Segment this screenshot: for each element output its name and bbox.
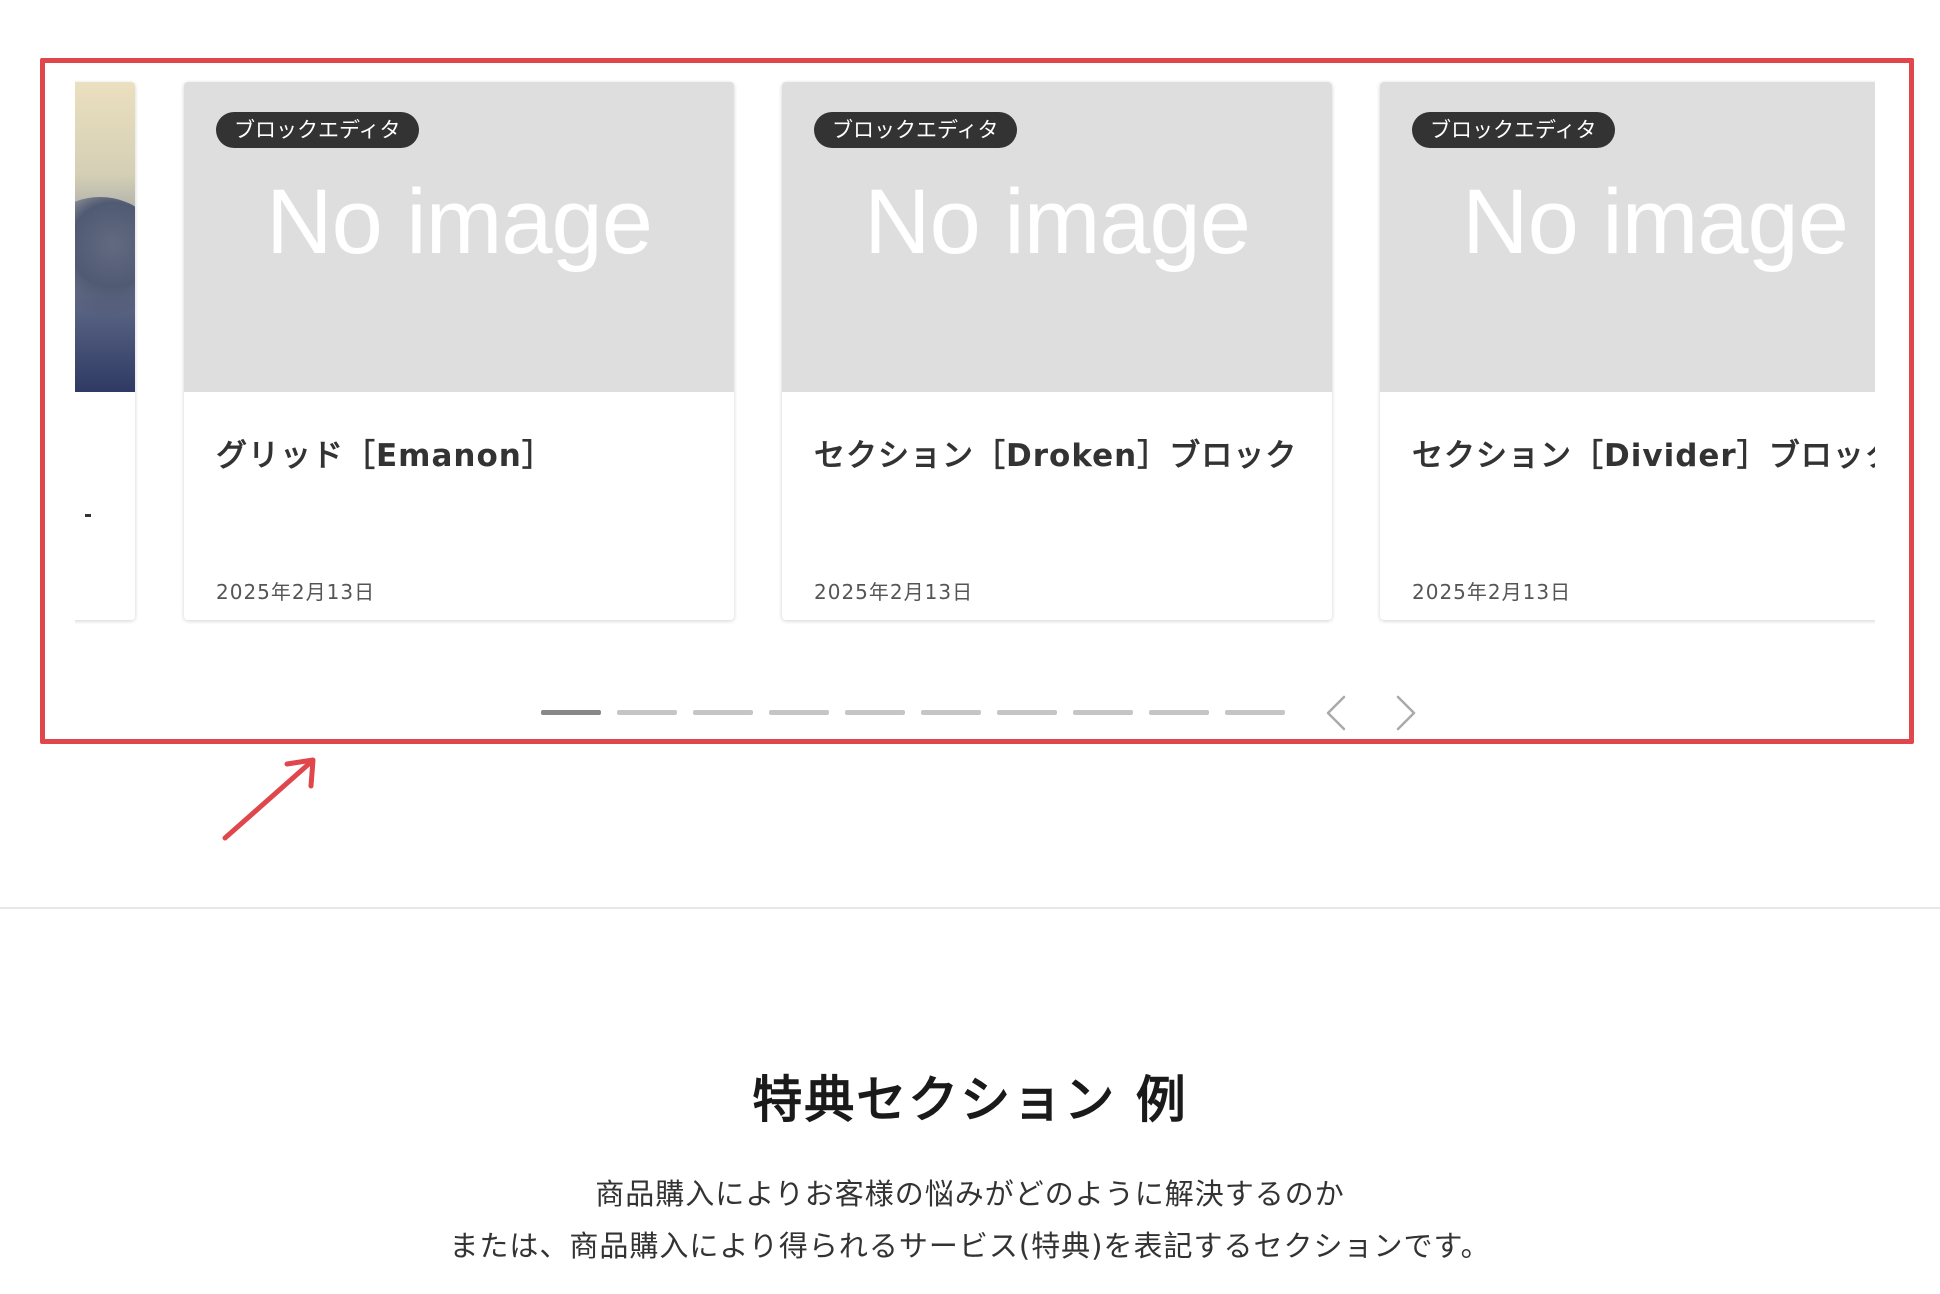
pagination-bullet[interactable]: [617, 710, 677, 715]
pagination-bullet[interactable]: [693, 710, 753, 715]
category-badge[interactable]: ブロックエディタ: [216, 112, 419, 148]
chevron-left-icon: [1326, 695, 1346, 731]
card-date: 2025年2月13日: [814, 580, 974, 604]
post-card[interactable]: No image ブロックエディタ グリッド［Emanon］ 2025年2月13…: [184, 82, 734, 620]
section-description-line: 商品購入によりお客様の悩みがどのように解決するのか: [595, 1177, 1345, 1211]
section-heading: 特典セクション 例: [752, 1071, 1188, 1129]
post-slider[interactable]: No image ブロックエディタ グリッド［Emanon］ 2025年2月13…: [75, 70, 1875, 650]
slider-pagination: [541, 710, 1285, 716]
no-image-placeholder: No image: [1462, 170, 1849, 273]
card-date: 2025年2月13日: [1412, 580, 1572, 604]
slider-prev-button[interactable]: [1316, 693, 1356, 733]
category-badge[interactable]: ブロックエディタ: [1412, 112, 1615, 148]
pagination-bullet[interactable]: [997, 710, 1057, 715]
section-divider: [0, 907, 1940, 909]
pagination-bullet[interactable]: [541, 710, 601, 715]
post-card[interactable]: No image ブロックエディタ セクション［Droken］ブロック 2025…: [782, 82, 1332, 620]
card-title[interactable]: セクション［Divider］ブロック: [1412, 430, 1875, 475]
slider-next-button[interactable]: [1386, 693, 1426, 733]
card-title-fragment: [85, 514, 91, 517]
section-description-line: または、商品購入により得られるサービス(特典)を表記するセクションです。: [449, 1229, 1491, 1263]
chevron-right-icon: [1396, 695, 1416, 731]
post-card[interactable]: No image ブロックエディタ セクション［Divider］ブロック 202…: [1380, 82, 1875, 620]
card-date: 2025年2月13日: [216, 580, 376, 604]
pagination-bullet[interactable]: [1225, 710, 1285, 715]
card-title[interactable]: グリッド［Emanon］: [216, 430, 734, 475]
post-card-partial[interactable]: [75, 82, 135, 620]
section-description: 商品購入によりお客様の悩みがどのように解決するのか または、商品購入により得られ…: [0, 1168, 1940, 1272]
annotation-arrow-icon: [222, 757, 316, 841]
pagination-bullet[interactable]: [1149, 710, 1209, 715]
thumbnail-image: [75, 197, 135, 317]
pagination-bullet[interactable]: [845, 710, 905, 715]
card-title[interactable]: セクション［Droken］ブロック: [814, 430, 1332, 475]
no-image-placeholder: No image: [266, 170, 653, 273]
category-badge[interactable]: ブロックエディタ: [814, 112, 1017, 148]
pagination-bullet[interactable]: [769, 710, 829, 715]
pagination-bullet[interactable]: [921, 710, 981, 715]
no-image-placeholder: No image: [864, 170, 1251, 273]
card-thumbnail: [75, 82, 135, 392]
pagination-bullet[interactable]: [1073, 710, 1133, 715]
